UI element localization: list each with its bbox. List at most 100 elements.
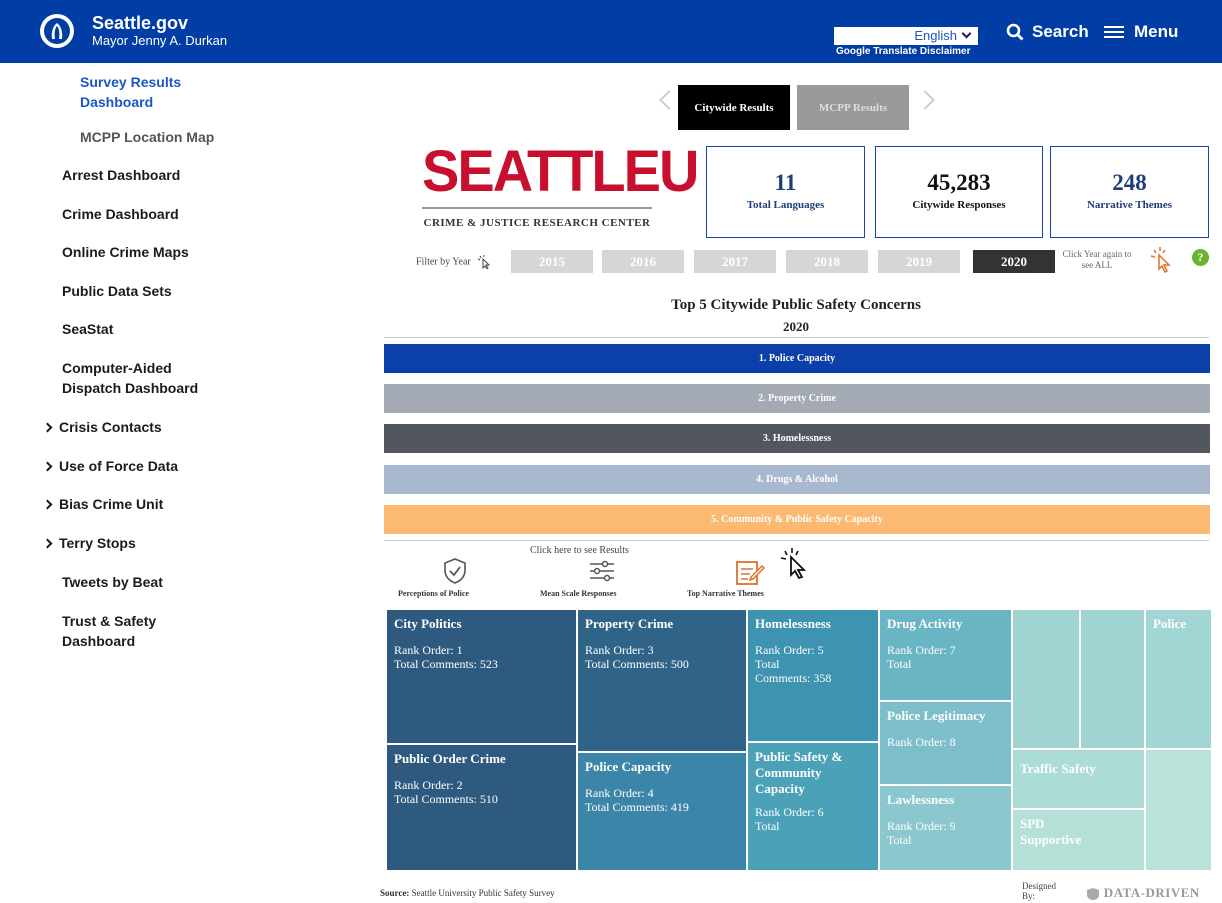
sidebar-item-survey-results[interactable]: Survey Results Dashboard <box>80 72 181 112</box>
treemap-cell-property-crime[interactable]: Property Crime Rank Order: 3 Total Comme… <box>577 609 747 752</box>
logo-divider <box>422 207 652 209</box>
sidebar-item-arrest-dashboard[interactable]: Arrest Dashboard <box>62 165 180 185</box>
cell-title: Property Crime <box>585 616 674 631</box>
year-button-2016[interactable]: 2016 <box>602 250 684 273</box>
seattleu-logo: SEATTLEU CRIME & JUSTICE RESEARCH CENTER <box>422 141 699 229</box>
next-arrow-icon[interactable] <box>915 90 935 110</box>
divider <box>384 540 1209 541</box>
mayor-name: Mayor Jenny A. Durkan <box>92 33 228 48</box>
help-icon[interactable]: ? <box>1192 249 1209 266</box>
sidebar-item-label: Crisis Contacts <box>59 419 162 435</box>
language-select[interactable]: English <box>834 27 978 45</box>
treemap-cell-police-capacity[interactable]: Police Capacity Rank Order: 4 Total Comm… <box>577 752 747 871</box>
cell-line: Rank Order: 3 <box>585 643 654 657</box>
sidebar-item-trust-safety[interactable]: Trust & Safety Dashboard <box>62 611 156 651</box>
kpi-value: 45,283 <box>927 170 991 195</box>
sidebar-nav: Survey Results Dashboard MCPP Location M… <box>0 63 370 903</box>
concerns-year: 2020 <box>783 319 809 334</box>
treemap-cell-police-legitimacy[interactable]: Police Legitimacy Rank Order: 8 <box>879 701 1012 785</box>
sidebar-item-seastat[interactable]: SeaStat <box>62 319 113 339</box>
treemap-cell-drug-activity[interactable]: Drug Activity Rank Order: 7 Total <box>879 609 1012 701</box>
year-button-2017[interactable]: 2017 <box>694 250 776 273</box>
sidebar-item-online-crime-maps[interactable]: Online Crime Maps <box>62 242 189 262</box>
sidebar-item-terry-stops[interactable]: Terry Stops <box>42 533 136 553</box>
source-text: Seattle University Public Safety Survey <box>411 888 555 898</box>
year-button-2020[interactable]: 2020 <box>973 250 1055 273</box>
concerns-title: Top 5 Citywide Public Safety Concerns <box>671 297 921 313</box>
tab-mcpp-results[interactable]: MCPP Results <box>797 85 909 130</box>
sidebar-item-use-of-force[interactable]: Use of Force Data <box>42 456 179 476</box>
search-button[interactable]: Search <box>1006 22 1089 42</box>
concern-bar-5[interactable]: 5. Community & Public Safety Capacity <box>384 505 1210 534</box>
cell-title: SPD Supportive <box>1020 816 1082 847</box>
cell-title: Police Capacity <box>585 759 672 774</box>
sidebar-item-public-data-sets[interactable]: Public Data Sets <box>62 281 172 301</box>
cell-title: Traffic Safety <box>1020 761 1096 776</box>
notepad-pencil-icon[interactable] <box>735 557 765 587</box>
sidebar-item-crime-dashboard[interactable]: Crime Dashboard <box>62 204 179 224</box>
sidebar-item-mcpp-map[interactable]: MCPP Location Map <box>80 127 214 147</box>
sidebar-item-label: Terry Stops <box>59 535 136 551</box>
cell-line: Total Comments: 419 <box>585 800 689 814</box>
site-title[interactable]: Seattle.gov <box>92 13 188 33</box>
data-driven-logo[interactable]: DATA-DRIVEN <box>1086 885 1200 901</box>
treemap-cell-homelessness[interactable]: Homelessness Rank Order: 5 Total Comment… <box>747 609 879 742</box>
data-driven-icon <box>1087 888 1099 901</box>
cursor-click-icon <box>478 255 491 270</box>
treemap-cell-spd-supportive[interactable]: SPD Supportive <box>1012 809 1145 871</box>
year-button-2019[interactable]: 2019 <box>878 250 960 273</box>
treemap-cell[interactable] <box>1080 609 1145 749</box>
cell-line: Rank Order: 8 <box>887 735 956 749</box>
view-mean-scale-responses[interactable]: Mean Scale Responses <box>540 589 616 598</box>
chevron-right-icon <box>42 422 53 433</box>
treemap-cell-lawlessness[interactable]: Lawlessness Rank Order: 9 Total <box>879 785 1012 871</box>
kpi-value: 11 <box>774 170 797 195</box>
sidebar-item-label: Bias Crime Unit <box>59 496 164 512</box>
seattle-seal-icon[interactable] <box>40 14 74 48</box>
treemap-cell-traffic-safety[interactable]: Traffic Safety <box>1012 749 1145 809</box>
view-perceptions-of-police[interactable]: Perceptions of Police <box>398 589 469 598</box>
cell-line: Total <box>755 819 780 833</box>
treemap-cell-police[interactable]: Police <box>1145 609 1212 749</box>
cell-line: Rank Order: 7 <box>887 643 956 657</box>
cell-line: Rank Order: 9 <box>887 819 956 833</box>
shield-check-icon[interactable] <box>442 557 468 585</box>
filter-by-year-label: Filter by Year <box>416 255 493 270</box>
concern-bar-1[interactable]: 1. Police Capacity <box>384 344 1210 373</box>
prev-arrow-icon[interactable] <box>659 90 679 110</box>
treemap-cell-public-safety-community-capacity[interactable]: Public Safety & Community Capacity Rank … <box>747 742 879 871</box>
cell-line: Comments: 358 <box>755 671 832 685</box>
concern-bar-4[interactable]: 4. Drugs & Alcohol <box>384 465 1210 494</box>
treemap-cell-public-order-crime[interactable]: Public Order Crime Rank Order: 2 Total C… <box>386 744 577 871</box>
tab-citywide-results[interactable]: Citywide Results <box>678 85 790 130</box>
click-year-note: Click Year again to see ALL <box>1062 249 1132 270</box>
treemap-cell-city-politics[interactable]: City Politics Rank Order: 1 Total Commen… <box>386 609 577 744</box>
sidebar-item-label: Use of Force Data <box>59 458 179 474</box>
cell-line: Total Comments: 510 <box>394 792 498 806</box>
kpi-value: 248 <box>1112 170 1147 195</box>
view-top-narrative-themes[interactable]: Top Narrative Themes <box>687 589 764 598</box>
sidebar-item-tweets-by-beat[interactable]: Tweets by Beat <box>62 572 163 592</box>
survey-dashboard: Citywide Results MCPP Results SEATTLEU C… <box>370 63 1222 903</box>
cell-line: Rank Order: 1 <box>394 643 463 657</box>
year-button-2018[interactable]: 2018 <box>786 250 868 273</box>
chevron-right-icon <box>42 499 53 510</box>
treemap-cell[interactable] <box>1145 749 1212 871</box>
year-button-2015[interactable]: 2015 <box>511 250 593 273</box>
menu-label: Menu <box>1134 22 1179 41</box>
cell-title: Police <box>1153 616 1187 631</box>
sidebar-item-crisis-contacts[interactable]: Crisis Contacts <box>42 417 162 437</box>
kpi-citywide-responses: 45,283 Citywide Responses <box>875 146 1043 238</box>
treemap-cell[interactable] <box>1012 609 1080 749</box>
cell-line: Total Comments: 500 <box>585 657 689 671</box>
sidebar-item-bias-crime[interactable]: Bias Crime Unit <box>42 494 164 514</box>
cell-line: Total Comments: 523 <box>394 657 498 671</box>
concern-bar-3[interactable]: 3. Homelessness <box>384 424 1210 453</box>
cell-line: Rank Order: 2 <box>394 778 463 792</box>
sidebar-item-cad-dashboard[interactable]: Computer-Aided Dispatch Dashboard <box>62 358 198 398</box>
menu-button[interactable]: Menu <box>1104 22 1178 42</box>
concern-bar-2[interactable]: 2. Property Crime <box>384 384 1210 413</box>
translate-disclaimer-link[interactable]: Google Translate Disclaimer <box>836 46 971 57</box>
source-note: Source: Seattle University Public Safety… <box>380 888 555 898</box>
sliders-icon[interactable] <box>588 560 616 582</box>
